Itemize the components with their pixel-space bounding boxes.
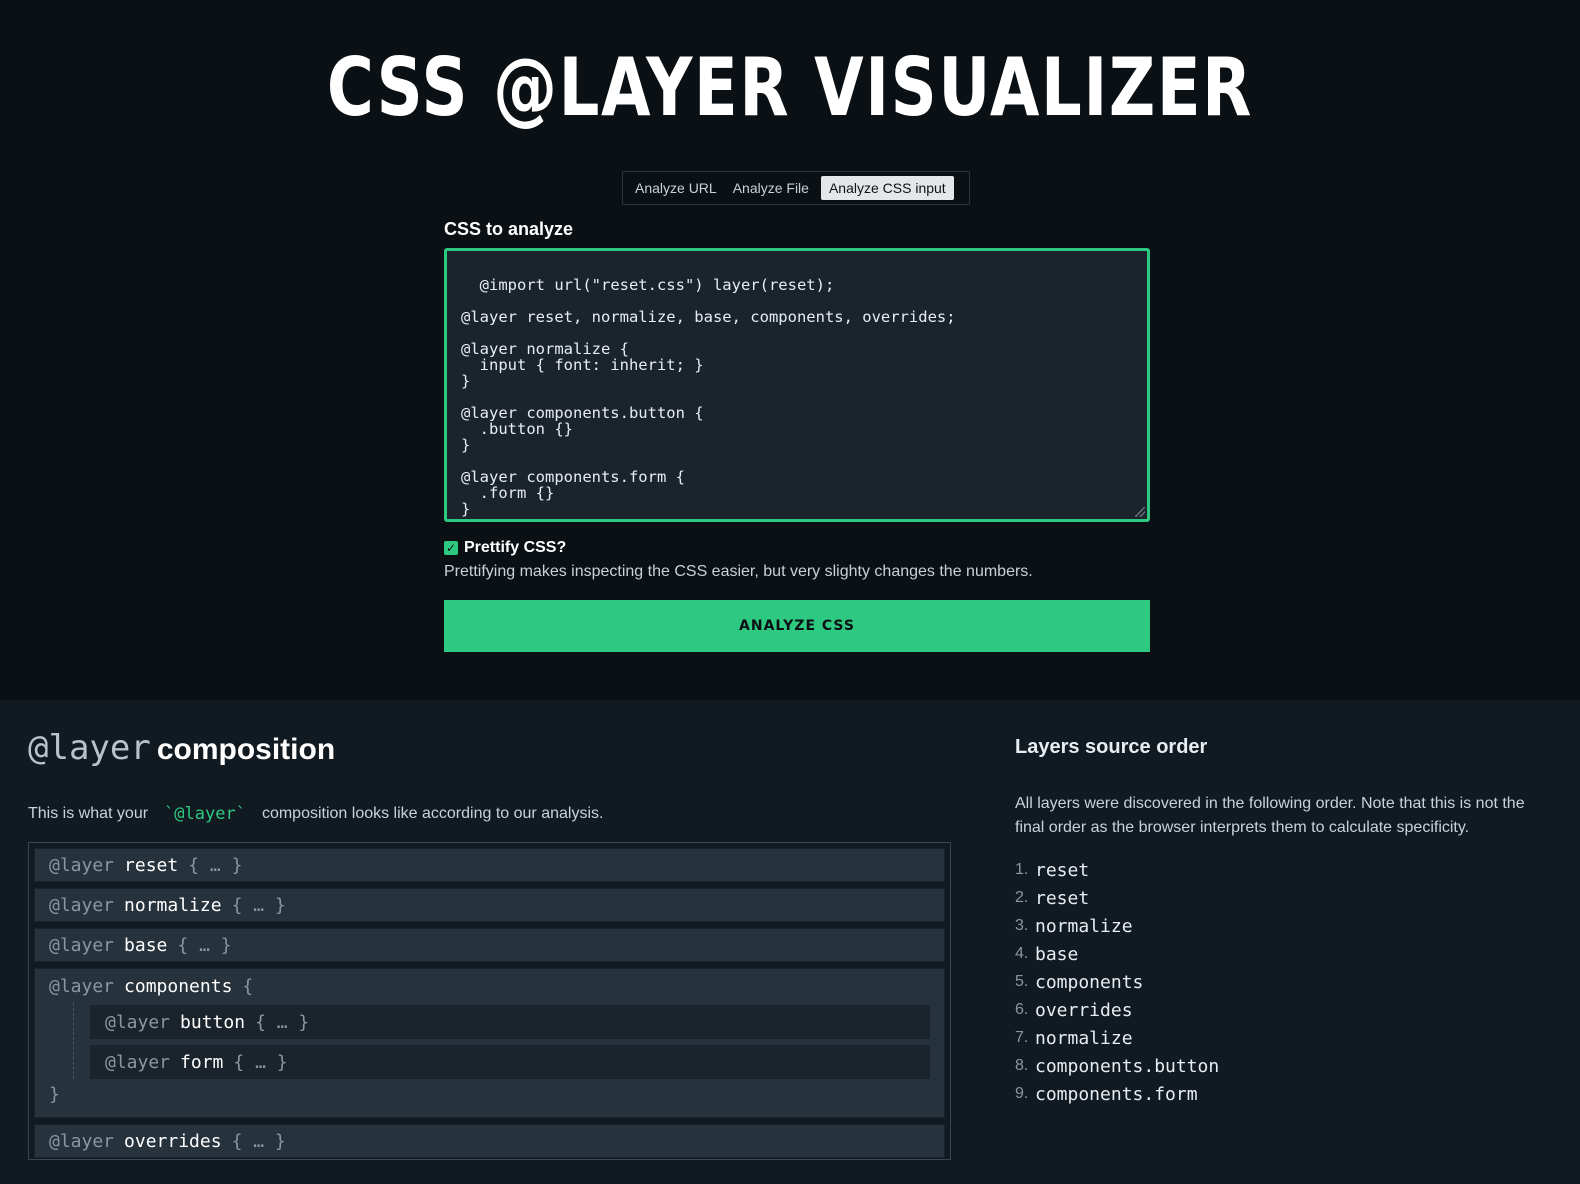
list-item-name: normalize xyxy=(1035,915,1133,937)
list-item: 9. components.form xyxy=(1015,1080,1219,1108)
layer-keyword: @layer xyxy=(105,1011,171,1033)
prettify-label[interactable]: Prettify CSS? xyxy=(464,539,566,557)
layer-name: normalize xyxy=(124,894,222,916)
prettify-help-text: Prettifying makes inspecting the CSS eas… xyxy=(444,563,1033,580)
list-item-number: 2. xyxy=(1015,889,1029,906)
layer-keyword: @layer xyxy=(49,934,115,956)
layer-item-button: @layer button { … } xyxy=(90,1005,930,1039)
composition-heading-word: composition xyxy=(156,733,336,766)
composition-desc-before: This is what your xyxy=(28,805,149,822)
list-item: 6. overrides xyxy=(1015,996,1219,1024)
nested-layers: @layer button { … } @layer form { … } xyxy=(73,1003,930,1079)
prettify-checkbox[interactable]: ✓ xyxy=(444,541,458,555)
page-title: CSS @LAYER VISUALIZER xyxy=(326,41,1254,134)
layer-name: form xyxy=(180,1051,224,1073)
layer-collapsed-body: { … } xyxy=(231,1130,286,1152)
tab-analyze-url[interactable]: Analyze URL xyxy=(627,176,725,200)
list-item: 5. components xyxy=(1015,968,1219,996)
list-item: 1. reset xyxy=(1015,856,1219,884)
prettify-option: ✓ Prettify CSS? xyxy=(444,539,566,557)
list-item: 3. normalize xyxy=(1015,912,1219,940)
list-item-number: 5. xyxy=(1015,973,1029,990)
list-item-name: base xyxy=(1035,943,1079,965)
tab-analyze-css-input[interactable]: Analyze CSS input xyxy=(820,176,954,200)
layer-name: components xyxy=(124,975,233,997)
composition-description: This is what your `@layer` composition l… xyxy=(28,804,603,824)
list-item-number: 8. xyxy=(1015,1057,1029,1074)
layer-name: button xyxy=(180,1011,246,1033)
composition-heading: @layer composition xyxy=(28,728,335,768)
layer-name: overrides xyxy=(124,1130,222,1152)
source-order-description: All layers were discovered in the follow… xyxy=(1015,795,1525,836)
layer-item-normalize: @layer normalize { … } xyxy=(34,888,945,922)
layer-keyword: @layer xyxy=(49,894,115,916)
analyze-css-button[interactable]: ANALYZE CSS xyxy=(444,600,1150,652)
layer-composition-tree: @layer reset { … } @layer normalize { … … xyxy=(28,842,951,1160)
list-item: 7. normalize xyxy=(1015,1024,1219,1052)
list-item-number: 3. xyxy=(1015,917,1029,934)
tab-analyze-file[interactable]: Analyze File xyxy=(725,176,817,200)
source-order-list: 1. reset 2. reset 3. normalize 4. base 5. com… xyxy=(1015,856,1219,1108)
list-item-name: reset xyxy=(1035,887,1090,909)
composition-heading-code: @layer xyxy=(28,728,151,768)
layer-item-components: @layer components { @layer button { … } … xyxy=(34,968,945,1118)
layer-item-overrides: @layer overrides { … } xyxy=(34,1124,945,1158)
layer-item-form: @layer form { … } xyxy=(90,1045,930,1079)
layer-keyword: @layer xyxy=(49,975,115,997)
list-item-number: 7. xyxy=(1015,1029,1029,1046)
css-input-value: @import url("reset.css") layer(reset); @… xyxy=(461,276,956,518)
layer-keyword: @layer xyxy=(49,1130,115,1152)
list-item: 2. reset xyxy=(1015,884,1219,912)
list-item-name: normalize xyxy=(1035,1027,1133,1049)
list-item: 4. base xyxy=(1015,940,1219,968)
layer-collapsed-body: { … } xyxy=(188,854,243,876)
layer-collapsed-body: { … } xyxy=(255,1011,310,1033)
list-item-name: components xyxy=(1035,971,1144,993)
layer-open-brace: { xyxy=(242,975,254,997)
layer-collapsed-body: { … } xyxy=(231,894,286,916)
layer-name: base xyxy=(124,934,168,956)
layer-keyword: @layer xyxy=(105,1051,171,1073)
list-item-number: 9. xyxy=(1015,1085,1029,1102)
resize-handle-icon[interactable] xyxy=(1135,507,1145,517)
layer-item-base: @layer base { … } xyxy=(34,928,945,962)
layer-keyword: @layer xyxy=(49,854,115,876)
css-input-textarea[interactable]: @import url("reset.css") layer(reset); @… xyxy=(444,248,1150,522)
composition-desc-after: composition looks like according to our … xyxy=(261,805,604,822)
analyze-mode-tabs: Analyze URL Analyze File Analyze CSS inp… xyxy=(622,171,970,205)
list-item-name: overrides xyxy=(1035,999,1133,1021)
layer-group-head: @layer components { xyxy=(49,969,930,1003)
layer-item-reset: @layer reset { … } xyxy=(34,848,945,882)
list-item-number: 4. xyxy=(1015,945,1029,962)
list-item: 8. components.button xyxy=(1015,1052,1219,1080)
list-item-name: reset xyxy=(1035,859,1090,881)
list-item-number: 6. xyxy=(1015,1001,1029,1018)
source-order-heading: Layers source order xyxy=(1015,736,1208,758)
layer-collapsed-body: { … } xyxy=(177,934,232,956)
layer-close-brace: } xyxy=(49,1083,60,1105)
layer-name: reset xyxy=(124,854,179,876)
layer-collapsed-body: { … } xyxy=(233,1051,288,1073)
list-item-name: components.form xyxy=(1035,1083,1198,1105)
list-item-name: components.button xyxy=(1035,1055,1220,1077)
list-item-number: 1. xyxy=(1015,861,1029,878)
css-input-label: CSS to analyze xyxy=(444,219,574,239)
composition-desc-code: `@layer` xyxy=(164,804,246,824)
